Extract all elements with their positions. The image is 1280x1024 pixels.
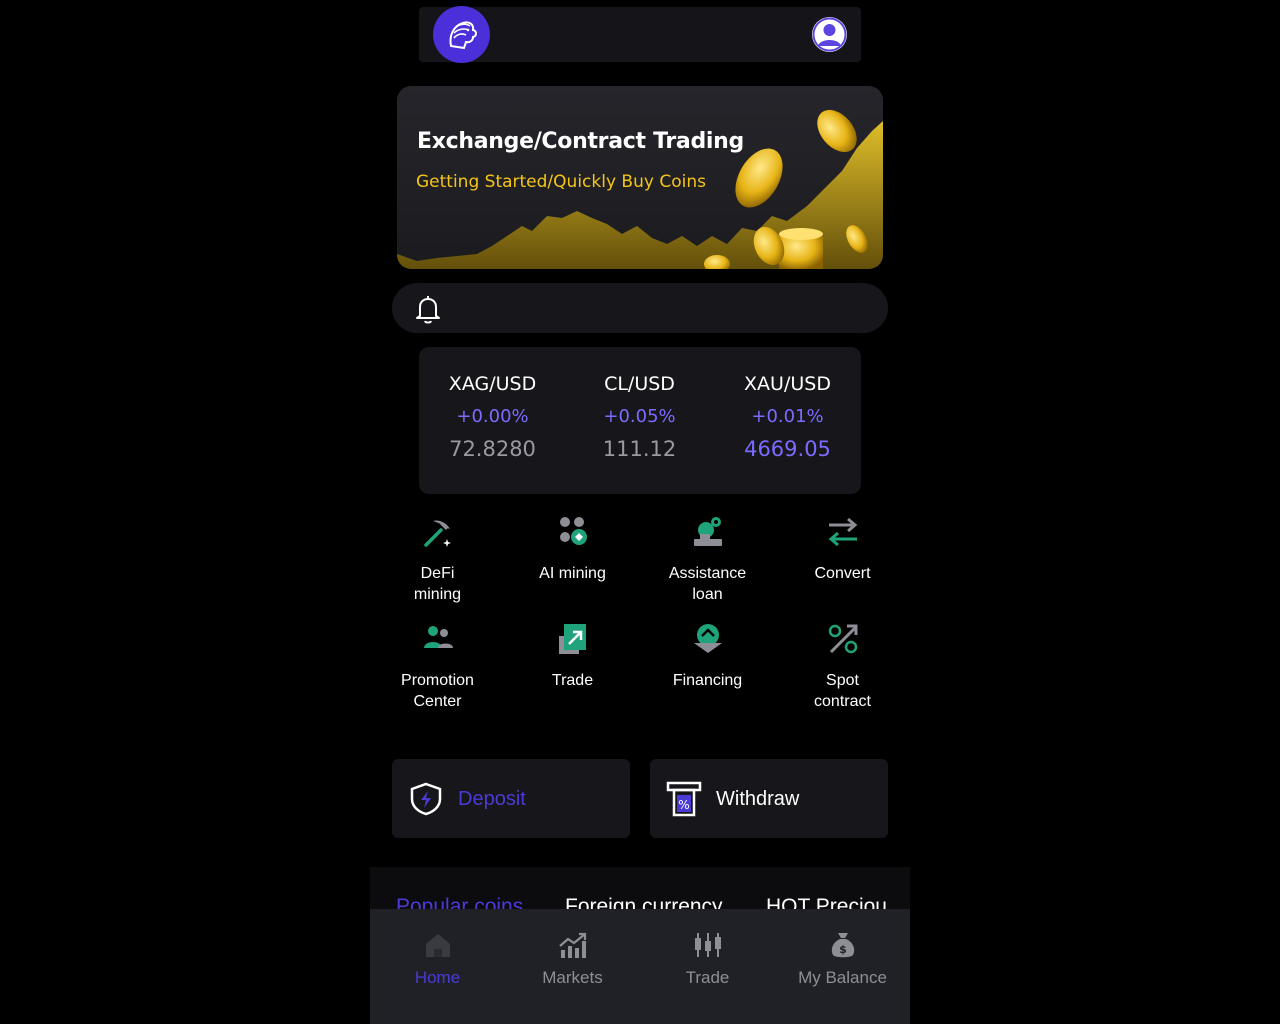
app-root: Exchange/Contract Trading Getting Starte… [370, 0, 910, 1024]
ticker-price: 72.8280 [449, 437, 536, 461]
nav-label: Trade [685, 968, 730, 987]
menu-label: Assistance loan [668, 565, 747, 603]
convert-arrows-icon [828, 517, 857, 547]
lion-logo-icon [449, 21, 477, 50]
ticker-price: 111.12 [602, 437, 677, 461]
menu-label: Promotion Center [401, 672, 474, 710]
deposit-button[interactable]: Deposit [392, 759, 630, 838]
menu-label: Trade [551, 672, 594, 689]
top-bar [419, 6, 861, 63]
bottom-nav: Home Markets Trade $ My Balance [370, 909, 910, 1024]
user-avatar[interactable] [812, 17, 847, 52]
menu-label: AI mining [539, 565, 606, 582]
withdraw-label: Withdraw [716, 788, 800, 810]
menu-label: Convert [814, 565, 871, 582]
ticker-price: 4669.05 [744, 437, 831, 461]
banner-title: Exchange/Contract Trading [417, 129, 744, 154]
notice-bar[interactable] [392, 283, 888, 333]
home-icon [425, 934, 450, 957]
nav-trade[interactable]: Trade [640, 909, 775, 1024]
user-icon [812, 17, 847, 52]
nav-label: Markets [542, 968, 603, 987]
ai-mining-icon [559, 517, 587, 545]
svg-text:$: $ [839, 943, 847, 956]
ticker-symbol: XAG/USD [448, 373, 537, 395]
deposit-label: Deposit [458, 788, 526, 810]
pickaxe-icon [423, 520, 451, 547]
svg-text:%: % [678, 798, 689, 812]
promo-banner[interactable]: Exchange/Contract Trading Getting Starte… [397, 86, 883, 269]
ticker-symbol: CL/USD [604, 373, 675, 395]
menu-label: Financing [672, 672, 743, 689]
percent-arrow-icon [828, 624, 857, 654]
price-ticker: XAG/USD +0.00% 72.8280 CL/USD +0.05% 111… [419, 347, 861, 494]
nav-my-balance[interactable]: $ My Balance [775, 909, 910, 1024]
bell-icon [416, 296, 440, 324]
ticker-change: +0.00% [456, 406, 529, 427]
menu-label: DeFi mining [413, 565, 462, 603]
money-bag-icon: $ [831, 933, 854, 958]
users-icon [423, 626, 453, 648]
banner-subtitle: Getting Started/Quickly Buy Coins [416, 172, 706, 192]
ticker-change: +0.05% [603, 406, 676, 427]
candlestick-icon [694, 933, 721, 957]
financing-icon [693, 624, 722, 653]
nav-home[interactable]: Home [370, 909, 505, 1024]
nav-label: My Balance [798, 968, 887, 987]
markets-chart-icon [558, 932, 586, 958]
atm-withdraw-icon: % [666, 781, 702, 817]
nav-markets[interactable]: Markets [505, 909, 640, 1024]
brand-logo[interactable] [433, 6, 490, 63]
menu-label: Spot contract [814, 672, 871, 710]
withdraw-button[interactable]: % Withdraw [650, 759, 888, 838]
shield-icon [410, 782, 442, 816]
ticker-symbol: XAU/USD [744, 373, 831, 395]
loan-icon [693, 517, 722, 546]
nav-label: Home [414, 968, 461, 987]
trade-icon [558, 624, 586, 654]
ticker-change: +0.01% [751, 406, 824, 427]
